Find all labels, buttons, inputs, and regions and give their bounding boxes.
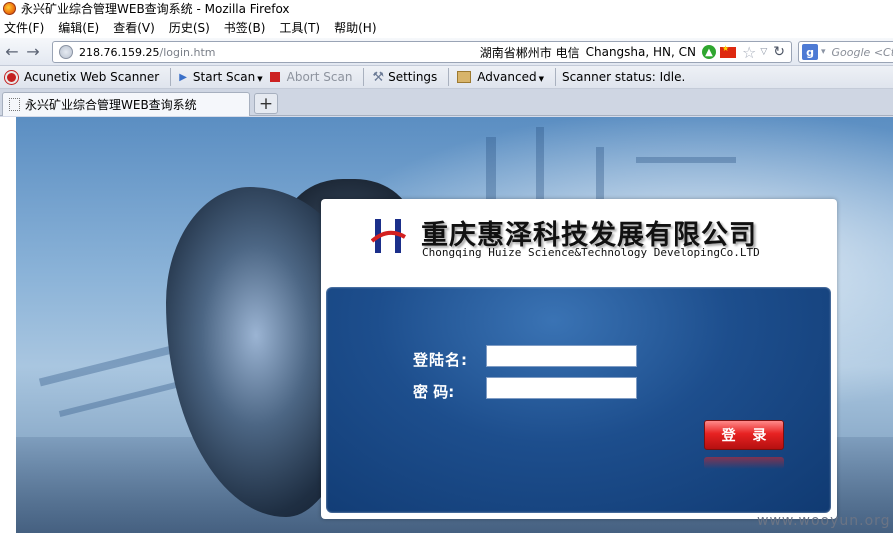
- bookmark-star-icon[interactable]: ☆: [742, 43, 756, 62]
- toolbar-divider: [170, 68, 172, 86]
- navigation-bar: ← → 218.76.159.25/login.htm 湖南省郴州市 电信 Ch…: [0, 38, 893, 66]
- reload-icon[interactable]: ↻: [773, 44, 785, 60]
- menu-file[interactable]: 文件(F): [4, 19, 44, 36]
- play-icon[interactable]: ▶: [179, 72, 187, 83]
- green-arrow-icon[interactable]: ▲: [702, 45, 716, 59]
- tab-login[interactable]: 永兴矿业综合管理WEB查询系统: [2, 92, 250, 116]
- menu-tools[interactable]: 工具(T): [279, 19, 320, 36]
- page-content: 重庆惠泽科技发展有限公司 Chongqing Huize Science&Tec…: [0, 117, 893, 533]
- login-panel: 重庆惠泽科技发展有限公司 Chongqing Huize Science&Tec…: [321, 199, 837, 519]
- advanced-icon[interactable]: [457, 71, 472, 83]
- wrench-icon[interactable]: ⚒: [372, 70, 384, 85]
- plus-icon: +: [258, 93, 274, 114]
- tab-title: 永兴矿业综合管理WEB查询系统: [25, 98, 197, 112]
- menu-bar: 文件(F) 编辑(E) 查看(V) 历史(S) 书签(B) 工具(T) 帮助(H…: [0, 17, 893, 38]
- search-engine-dropdown-icon[interactable]: ▾: [821, 47, 826, 57]
- menu-history[interactable]: 历史(S): [169, 19, 210, 36]
- caret-down-icon: ▼: [257, 75, 263, 83]
- toolbar-divider: [363, 68, 365, 86]
- tower-structure: [636, 157, 736, 163]
- login-button[interactable]: 登 录: [704, 420, 784, 450]
- search-box[interactable]: g ▾ Google <Ct: [798, 41, 893, 63]
- menu-view[interactable]: 查看(V): [113, 19, 155, 36]
- company-logo-icon: [371, 219, 407, 253]
- settings-button[interactable]: Settings: [388, 70, 437, 84]
- menu-help[interactable]: 帮助(H): [334, 19, 376, 36]
- acunetix-logo-icon: [5, 70, 18, 84]
- scanner-status: Scanner status: Idle.: [561, 70, 686, 84]
- firefox-icon: [3, 2, 16, 15]
- caret-down-icon: ▼: [538, 75, 544, 83]
- button-reflection: [704, 457, 784, 469]
- start-scan-button[interactable]: Start Scan ▼: [193, 70, 263, 84]
- china-flag-icon: [720, 44, 736, 58]
- abort-scan-button[interactable]: Abort Scan: [287, 70, 353, 84]
- username-input[interactable]: [486, 345, 637, 367]
- watermark: www.wooyun.org: [757, 513, 891, 529]
- url-text[interactable]: 218.76.159.25/login.htm: [79, 46, 480, 59]
- menu-bookmarks[interactable]: 书签(B): [224, 19, 266, 36]
- globe-icon: [59, 45, 73, 59]
- stop-icon[interactable]: [269, 72, 280, 82]
- username-label: 登陆名:: [413, 351, 468, 369]
- chevron-down-icon[interactable]: ▽: [760, 47, 767, 57]
- company-name-en: Chongqing Huize Science&Technology Devel…: [422, 246, 760, 259]
- acunetix-toolbar: Acunetix Web Scanner ▶ Start Scan ▼ Abort…: [0, 66, 893, 89]
- toolbar-divider: [448, 68, 450, 86]
- search-placeholder: Google <Ct: [831, 45, 893, 59]
- window-title: 永兴矿业综合管理WEB查询系统 - Mozilla Firefox: [21, 2, 290, 16]
- password-input[interactable]: [486, 377, 637, 399]
- google-icon[interactable]: g: [802, 44, 818, 60]
- geo-region-text: 湖南省郴州市 电信: [479, 45, 580, 60]
- back-arrow-icon[interactable]: ←: [3, 42, 21, 62]
- toolbar-divider: [554, 68, 556, 86]
- page-icon: [9, 98, 20, 111]
- login-form: 登陆名: 密 码: 登 录: [326, 287, 831, 513]
- address-bar[interactable]: 218.76.159.25/login.htm 湖南省郴州市 电信 Changs…: [52, 41, 792, 63]
- advanced-button[interactable]: Advanced ▼: [477, 70, 544, 84]
- tab-bar: 永兴矿业综合管理WEB查询系统 +: [0, 89, 893, 116]
- forward-arrow-icon[interactable]: →: [24, 42, 42, 62]
- password-label: 密 码:: [413, 383, 455, 401]
- acunetix-name: Acunetix Web Scanner: [24, 70, 160, 84]
- new-tab-button[interactable]: +: [254, 93, 278, 114]
- menu-edit[interactable]: 编辑(E): [58, 19, 99, 36]
- window-titlebar: 永兴矿业综合管理WEB查询系统 - Mozilla Firefox: [0, 0, 893, 17]
- geo-city-text: Changsha, HN, CN: [585, 45, 696, 59]
